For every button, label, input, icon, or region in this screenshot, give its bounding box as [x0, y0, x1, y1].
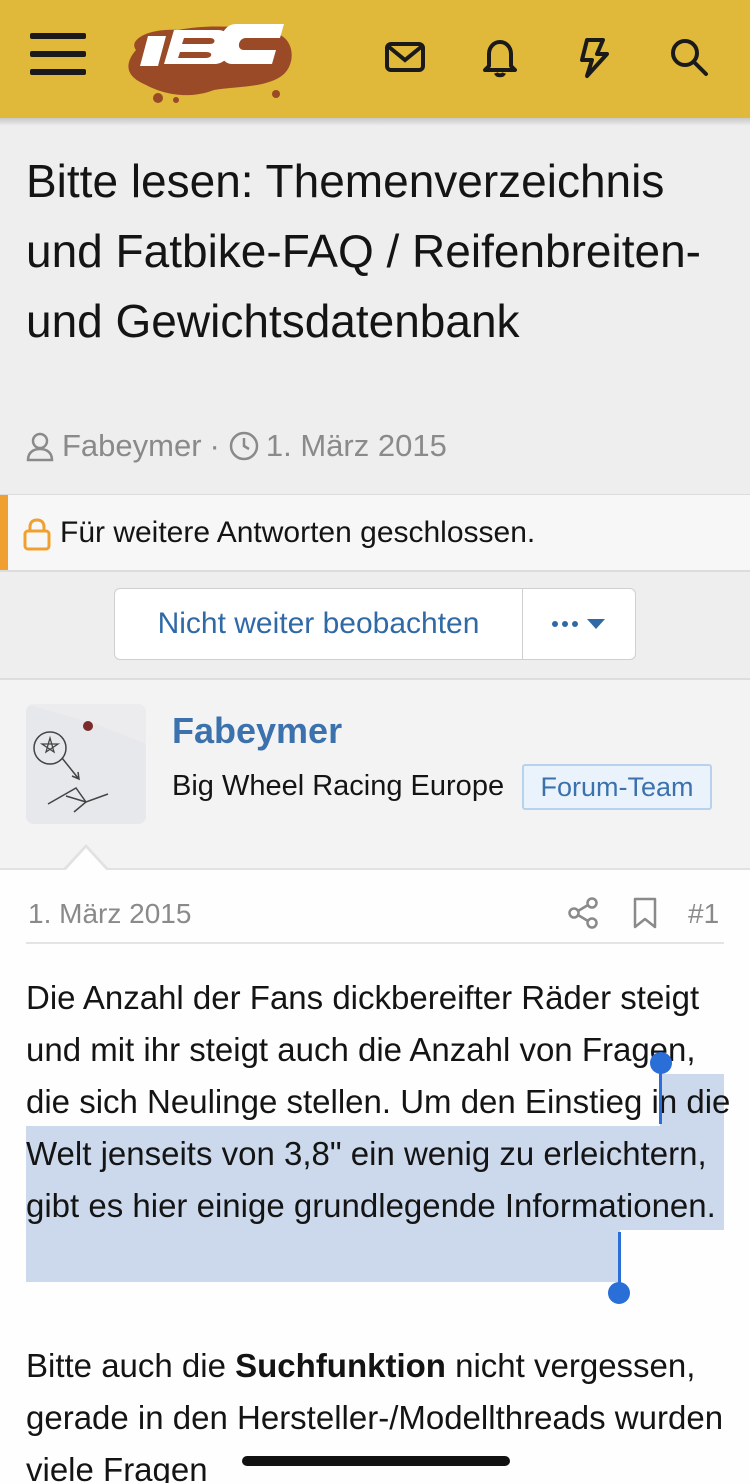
menu-icon[interactable] — [30, 33, 86, 81]
post-attribution: 1. März 2015 #1 — [26, 886, 724, 944]
message-pointer-fill — [64, 848, 108, 872]
thread-author[interactable]: Fabeymer — [62, 428, 202, 464]
locked-text: Für weitere Antworten geschlossen. — [60, 516, 536, 549]
header-shadow — [0, 118, 750, 126]
post-date[interactable]: 1. März 2015 — [28, 898, 191, 930]
bell-icon[interactable] — [477, 34, 523, 80]
home-indicator[interactable] — [242, 1456, 510, 1466]
post-user-block: Fabeymer Big Wheel Racing Europe Forum-T… — [0, 680, 750, 870]
bold-text: Suchfunktion — [235, 1347, 446, 1384]
locked-notice: Für weitere Antworten geschlossen. — [0, 494, 750, 572]
thread-header: Bitte lesen: Themenverzeichnis und Fatbi… — [0, 118, 750, 494]
button-group: Nicht weiter beobachten — [114, 588, 636, 660]
post-paragraph-1: Die Anzahl der Fans dickbereifter Räder … — [26, 972, 736, 1232]
staff-badge: Forum-Team — [522, 764, 712, 810]
ibc-logo[interactable] — [118, 10, 298, 106]
bolt-icon[interactable] — [571, 34, 617, 80]
post-username[interactable]: Fabeymer — [172, 710, 342, 752]
mail-icon[interactable] — [382, 34, 428, 80]
search-icon[interactable] — [666, 34, 712, 80]
thread-title: Bitte lesen: Themenverzeichnis und Fatbi… — [26, 155, 701, 347]
share-icon[interactable] — [566, 896, 600, 930]
selection-end-handle[interactable] — [608, 1282, 630, 1304]
selection-start-caret — [659, 1068, 662, 1124]
selection-end-caret — [618, 1232, 621, 1288]
thread-meta: Fabeymer · 1. März 2015 — [24, 424, 447, 468]
clock-icon — [229, 431, 259, 461]
post-number[interactable]: #1 — [688, 898, 719, 930]
lock-icon — [23, 518, 51, 551]
user-icon — [26, 432, 54, 462]
top-bar — [0, 0, 750, 118]
bookmark-icon[interactable] — [630, 896, 660, 930]
text-selection-last — [26, 1230, 620, 1282]
meta-separator: · — [209, 428, 220, 463]
thread-actions: Nicht weiter beobachten — [0, 572, 750, 680]
unwatch-button[interactable]: Nicht weiter beobachten — [115, 589, 523, 659]
more-dropdown-icon — [552, 619, 605, 629]
paragraph-text: Bitte auch die — [26, 1347, 236, 1384]
user-title: Big Wheel Racing Europe — [172, 770, 505, 802]
thread-date[interactable]: 1. März 2015 — [266, 428, 447, 464]
avatar[interactable] — [26, 704, 146, 824]
more-options-button[interactable] — [523, 589, 635, 659]
notice-accent — [0, 495, 8, 570]
